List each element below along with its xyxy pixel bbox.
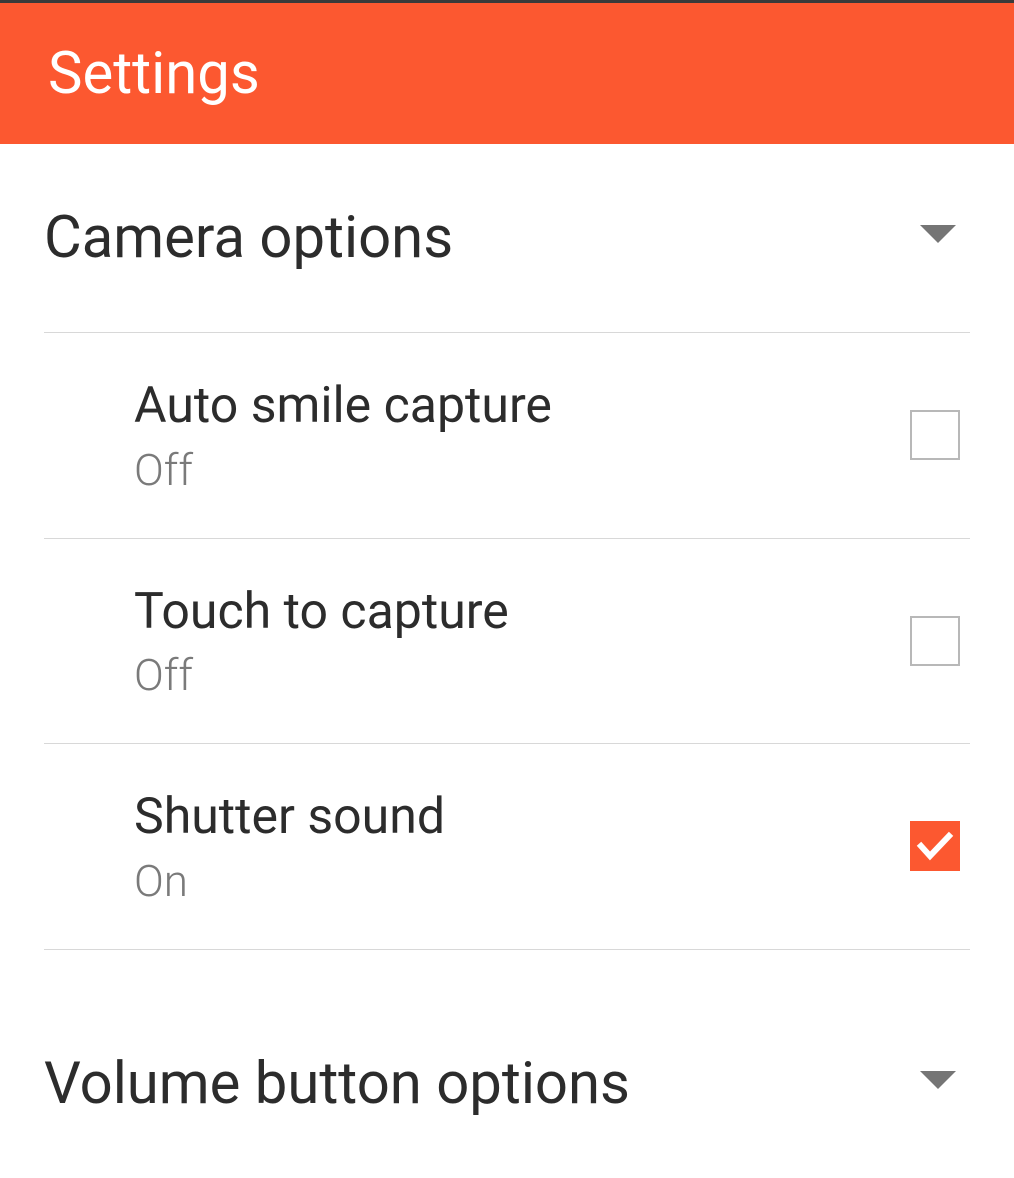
option-status: On [134,855,445,907]
option-text: Shutter sound On [134,786,445,907]
chevron-down-icon [920,1071,956,1097]
checkmark-icon [915,826,955,866]
section-camera-options[interactable]: Camera options [44,144,970,333]
checkbox-touch-capture[interactable] [910,616,960,666]
option-text: Auto smile capture Off [134,375,552,496]
spacer [44,950,970,990]
option-status: Off [134,444,552,496]
option-auto-smile-capture[interactable]: Auto smile capture Off [44,333,970,539]
checkbox-shutter-sound[interactable] [910,821,960,871]
section-volume-title: Volume button options [44,1050,630,1118]
checkbox-auto-smile[interactable] [910,410,960,460]
section-volume-button-options[interactable]: Volume button options [44,990,970,1178]
settings-header: Settings [0,0,1014,144]
option-title: Auto smile capture [134,375,552,438]
page-title: Settings [48,40,260,108]
option-title: Shutter sound [134,786,445,849]
option-shutter-sound[interactable]: Shutter sound On [44,744,970,950]
option-title: Touch to capture [134,581,509,644]
option-text: Touch to capture Off [134,581,509,702]
section-camera-title: Camera options [44,204,453,272]
chevron-down-icon [920,225,956,251]
settings-content: Camera options Auto smile capture Off To… [0,144,1014,1178]
option-status: Off [134,649,509,701]
option-touch-to-capture[interactable]: Touch to capture Off [44,539,970,745]
